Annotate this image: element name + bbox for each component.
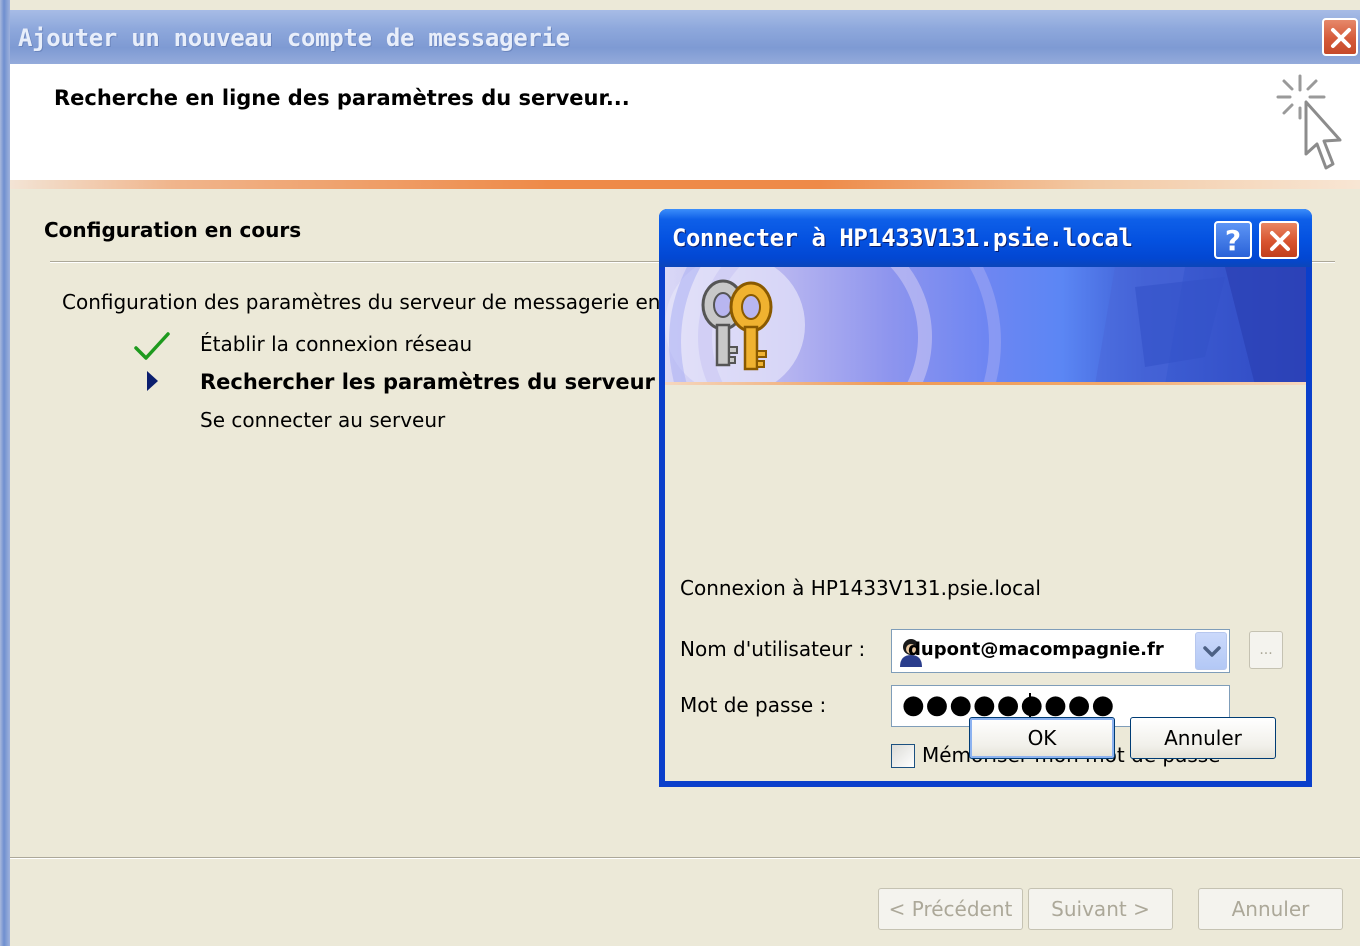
wizard-header: Recherche en ligne des paramètres du ser… bbox=[10, 64, 1360, 182]
wizard-close-button[interactable] bbox=[1322, 18, 1358, 56]
step-item-search-server: Rechercher les paramètres du serveur lt bbox=[200, 370, 680, 394]
header-stripe bbox=[10, 180, 1360, 189]
wizard-cancel-button[interactable]: Annuler bbox=[1198, 888, 1343, 930]
browse-user-button[interactable]: ... bbox=[1249, 631, 1283, 669]
keys-icon bbox=[701, 279, 773, 371]
username-dropdown-button[interactable] bbox=[1195, 632, 1227, 670]
dialog-help-button[interactable]: ? bbox=[1214, 221, 1252, 259]
config-description: Configuration des paramètres du serveur … bbox=[62, 290, 691, 314]
wizard-title: Ajouter un nouveau compte de messagerie bbox=[18, 24, 570, 52]
arrow-right-icon bbox=[147, 371, 158, 391]
wizard-titlebar[interactable]: Ajouter un nouveau compte de messagerie bbox=[10, 10, 1360, 64]
section-title: Configuration en cours bbox=[44, 218, 302, 242]
footer-divider bbox=[10, 857, 1360, 859]
dialog-title: Connecter à HP1433V131.psie.local bbox=[672, 224, 1133, 252]
connection-info: Connexion à HP1433V131.psie.local bbox=[680, 576, 1041, 600]
dialog-banner bbox=[665, 267, 1306, 385]
close-icon bbox=[1331, 28, 1351, 48]
checkmark-icon bbox=[134, 332, 170, 360]
password-label: Mot de passe : bbox=[680, 693, 827, 717]
password-value: ●●●●●●●●● bbox=[902, 690, 1116, 720]
help-icon: ? bbox=[1224, 223, 1242, 257]
username-value[interactable]: dupont@macompagnie.fr bbox=[908, 639, 1164, 660]
ok-button[interactable]: OK bbox=[969, 717, 1115, 759]
username-label: Nom d'utilisateur : bbox=[680, 637, 866, 661]
remember-password-checkbox[interactable] bbox=[891, 744, 915, 768]
text-caret bbox=[1029, 693, 1031, 720]
window-edge bbox=[0, 0, 10, 946]
dialog-cancel-button[interactable]: Annuler bbox=[1130, 717, 1276, 759]
previous-button[interactable]: < Précédent bbox=[878, 888, 1023, 930]
username-combobox[interactable]: dupont@macompagnie.fr bbox=[891, 629, 1230, 673]
cursor-sparkle-icon bbox=[1276, 74, 1342, 170]
wizard-subtitle: Recherche en ligne des paramètres du ser… bbox=[54, 86, 630, 110]
dialog-close-button[interactable] bbox=[1259, 221, 1299, 259]
step-item-connect-server: Se connecter au serveur bbox=[200, 408, 446, 432]
banner-stripe bbox=[665, 382, 1306, 385]
close-icon bbox=[1270, 231, 1290, 251]
step-item-connect-network: Établir la connexion réseau bbox=[200, 332, 473, 356]
next-button[interactable]: Suivant > bbox=[1028, 888, 1173, 930]
login-dialog: Connecter à HP1433V131.psie.local ? Conn… bbox=[659, 209, 1312, 787]
chevron-down-icon bbox=[1203, 646, 1221, 657]
